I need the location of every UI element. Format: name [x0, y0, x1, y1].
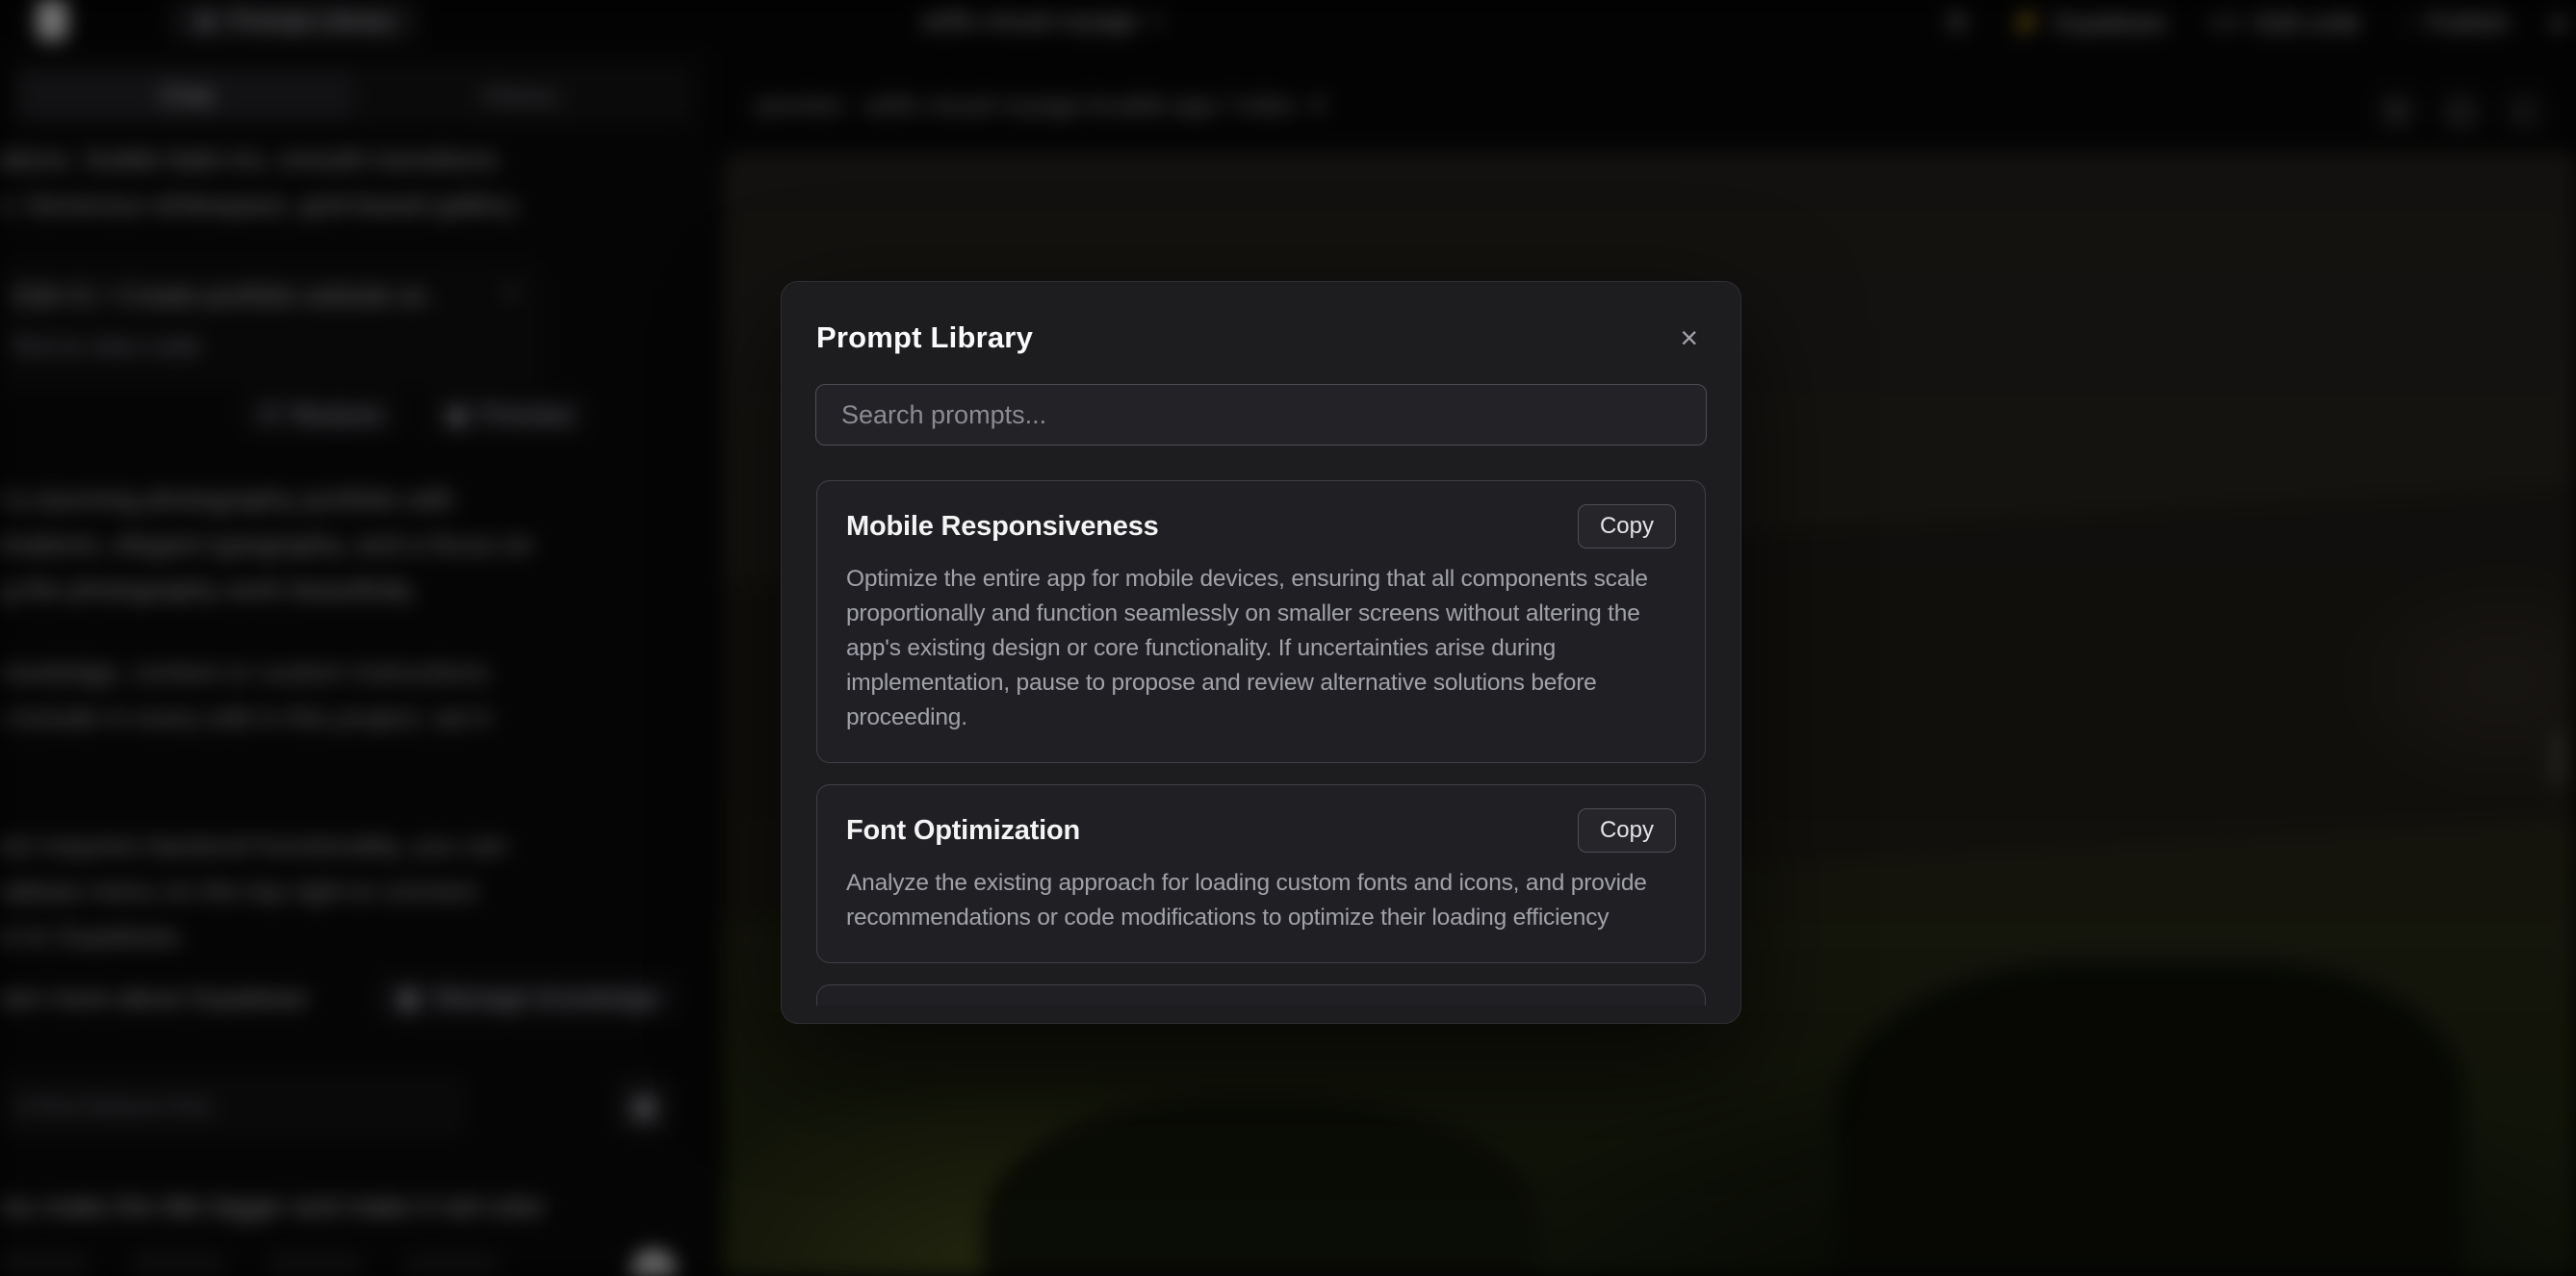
- prompt-list: Mobile Responsiveness Copy Optimize the …: [816, 480, 1706, 1006]
- modal-title: Prompt Library: [816, 320, 1033, 354]
- copy-button[interactable]: Copy: [1578, 504, 1676, 549]
- copy-button[interactable]: Copy: [1578, 808, 1676, 853]
- prompt-title: Mobile Responsiveness: [846, 511, 1159, 543]
- prompt-card-mobile-responsiveness: Mobile Responsiveness Copy Optimize the …: [816, 480, 1706, 763]
- search-input[interactable]: [815, 384, 1707, 446]
- prompt-title: Font Optimization: [846, 815, 1080, 847]
- prompt-body: Optimize the entire app for mobile devic…: [846, 562, 1676, 735]
- prompt-library-modal: Prompt Library × Mobile Responsiveness C…: [781, 281, 1741, 1024]
- prompt-card-font-optimization: Font Optimization Copy Analyze the exist…: [816, 784, 1706, 963]
- prompt-card-partial[interactable]: [816, 984, 1706, 1006]
- prompt-body: Analyze the existing approach for loadin…: [846, 866, 1676, 935]
- modal-header: Prompt Library ×: [782, 282, 1740, 355]
- close-icon[interactable]: ×: [1680, 322, 1698, 353]
